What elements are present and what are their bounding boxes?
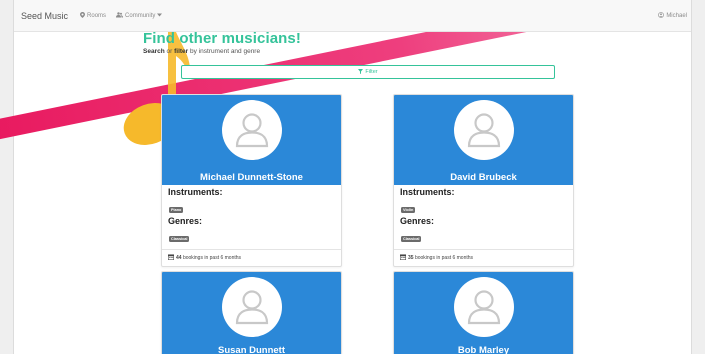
card-body: Instruments: Piano Genres: Classical bbox=[162, 185, 341, 249]
filter-button-label: Filter bbox=[365, 69, 378, 75]
genre-badge: Classical bbox=[169, 236, 190, 242]
page: Seed Music Rooms Community Michael Find … bbox=[0, 0, 705, 354]
caret-down-icon bbox=[157, 13, 163, 19]
user-avatar-icon bbox=[453, 277, 514, 337]
user-avatar-icon bbox=[221, 100, 282, 160]
right-border bbox=[691, 0, 705, 354]
calendar-icon bbox=[399, 254, 407, 262]
card-header: Susan Dunnett bbox=[162, 272, 341, 354]
subtitle-or-word: or bbox=[164, 48, 175, 55]
instruments-label: Instruments: bbox=[168, 187, 223, 197]
left-border bbox=[0, 0, 14, 354]
instrument-badge: Violin bbox=[401, 207, 416, 213]
genre-badge: Classical bbox=[401, 236, 422, 242]
musician-name: Michael Dunnett-Stone bbox=[200, 172, 303, 183]
subtitle-rest: by instrument and genre bbox=[188, 48, 261, 55]
musician-name: Susan Dunnett bbox=[217, 345, 286, 354]
nav-user-label: Michael bbox=[666, 12, 687, 19]
page-subtitle: Search or filter by instrument and genre bbox=[143, 48, 301, 55]
musician-card[interactable]: David Brubeck Instruments: Violin Genres… bbox=[393, 94, 574, 267]
card-body: Instruments: Violin Genres: Classical bbox=[394, 185, 573, 249]
musician-card[interactable]: Michael Dunnett-Stone Instruments: Piano… bbox=[161, 94, 342, 267]
subtitle-filter-word: filter bbox=[174, 48, 189, 55]
subtitle-search-word: Search bbox=[143, 48, 165, 55]
navbar: Seed Music Rooms Community Michael bbox=[14, 0, 691, 32]
page-title: Find other musicians! bbox=[143, 30, 301, 47]
user-icon bbox=[658, 11, 665, 20]
musician-card[interactable]: Susan Dunnett bbox=[161, 271, 342, 354]
user-avatar-icon bbox=[221, 277, 282, 337]
card-header: Michael Dunnett-Stone bbox=[162, 95, 341, 185]
nav-item-community[interactable]: Community bbox=[116, 11, 163, 20]
genres-label: Genres: bbox=[400, 216, 435, 226]
page-header: Find other musicians! Search or filter b… bbox=[143, 30, 301, 55]
nav-rooms-label: Rooms bbox=[87, 12, 107, 19]
musician-name: Bob Marley bbox=[457, 345, 510, 354]
card-header: Bob Marley bbox=[394, 272, 573, 354]
users-icon bbox=[116, 11, 124, 20]
instrument-badge: Piano bbox=[169, 207, 184, 213]
genres-label: Genres: bbox=[168, 216, 203, 226]
nav-user-menu[interactable]: Michael bbox=[658, 11, 687, 20]
bookings-text: bookings in past 6 months bbox=[413, 255, 474, 261]
musician-name: David Brubeck bbox=[450, 172, 517, 183]
brand-link[interactable]: Seed Music bbox=[21, 11, 68, 21]
user-avatar-icon bbox=[453, 100, 514, 160]
card-footer: 35 bookings in past 6 months bbox=[394, 249, 573, 266]
card-footer: 44 bookings in past 6 months bbox=[162, 249, 341, 266]
bookings-text: bookings in past 6 months bbox=[181, 255, 242, 261]
calendar-icon bbox=[167, 254, 175, 262]
card-header: David Brubeck bbox=[394, 95, 573, 185]
nav-community-label: Community bbox=[125, 12, 156, 19]
musician-card[interactable]: Bob Marley bbox=[393, 271, 574, 354]
instruments-label: Instruments: bbox=[400, 187, 455, 197]
map-pin-icon bbox=[80, 11, 86, 20]
nav-item-rooms[interactable]: Rooms bbox=[80, 11, 107, 20]
filter-icon bbox=[358, 68, 364, 76]
filter-button[interactable]: Filter bbox=[181, 65, 555, 79]
